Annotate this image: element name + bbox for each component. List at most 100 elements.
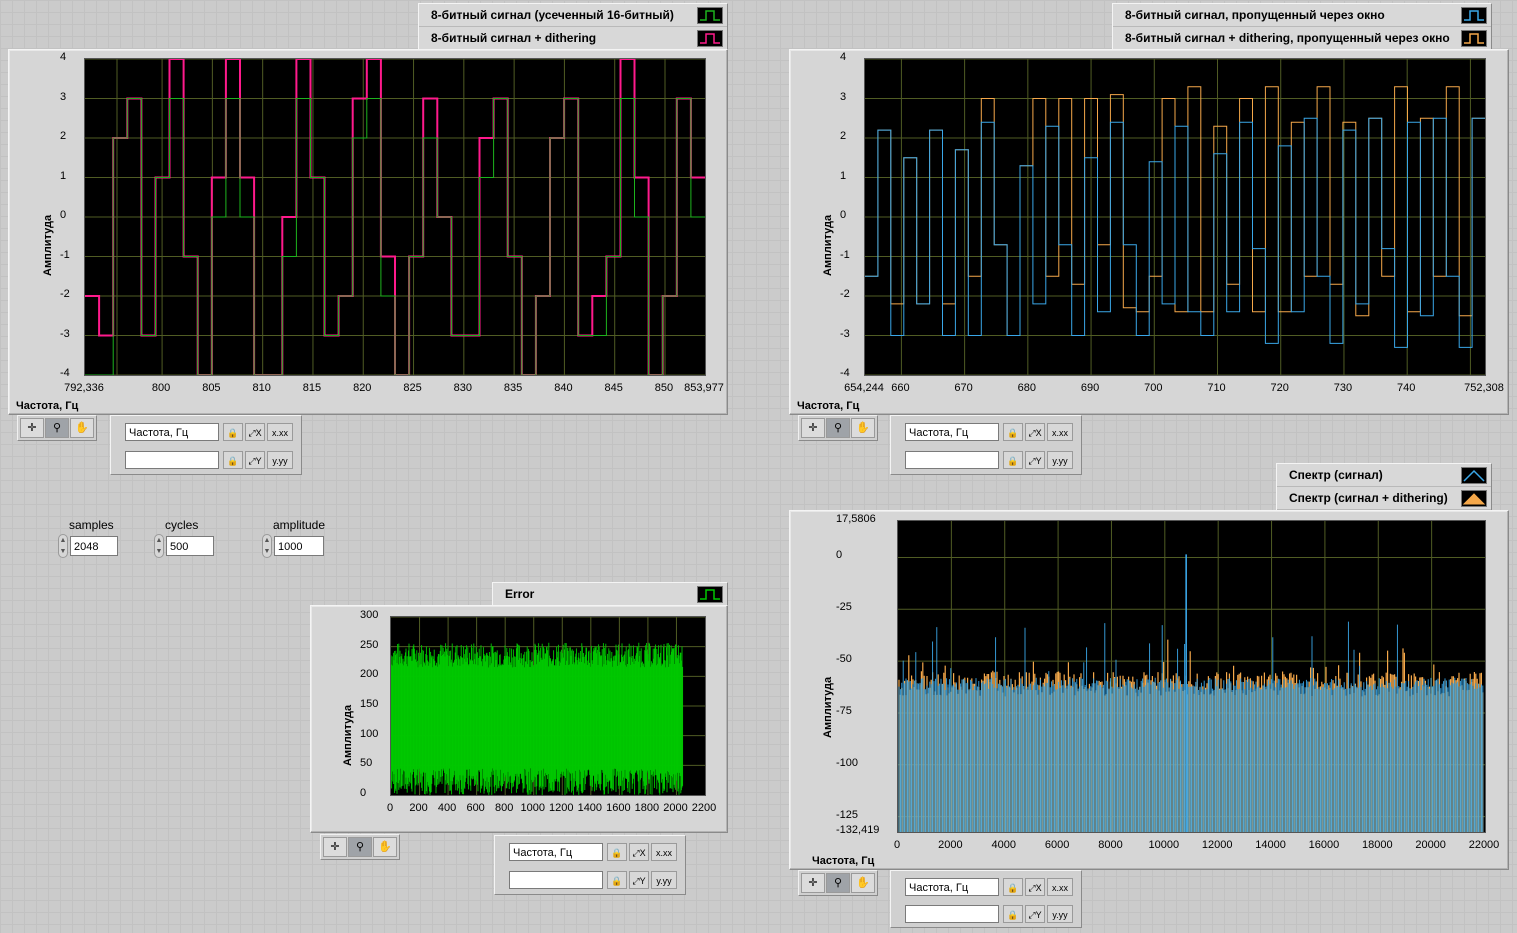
- x-tick-label: 2000: [663, 802, 688, 814]
- autoscale-icon[interactable]: ⤢Y: [245, 451, 265, 469]
- plot-style-icon[interactable]: [1461, 490, 1487, 507]
- format-icon[interactable]: x.xx: [1047, 423, 1073, 441]
- x-tick-label: 20000: [1415, 839, 1446, 851]
- zoom-icon[interactable]: ⚲: [348, 837, 372, 857]
- cycles-increment-decrement[interactable]: ▲ ▼: [154, 534, 164, 558]
- x-tick-label: 4000: [991, 839, 1016, 851]
- plot-style-icon[interactable]: [1461, 7, 1487, 24]
- graph4-plot-area[interactable]: [897, 520, 1486, 833]
- samples-increment-decrement[interactable]: ▲ ▼: [58, 534, 68, 558]
- autoscale-icon[interactable]: ⤢Y: [1025, 451, 1045, 469]
- x-scale-name[interactable]: Частота, Гц: [509, 843, 603, 861]
- x-scale-name[interactable]: Частота, Гц: [905, 423, 999, 441]
- legend-item[interactable]: 8-битный сигнал (усеченный 16-битный): [419, 4, 727, 27]
- format-icon[interactable]: x.xx: [267, 423, 293, 441]
- y-tick-label: 0: [60, 209, 67, 221]
- format-icon[interactable]: y.yy: [1047, 451, 1073, 469]
- legend-item[interactable]: Спектр (сигнал): [1277, 464, 1491, 487]
- crosshair-icon[interactable]: ✛: [20, 418, 44, 438]
- amplitude-increment-decrement[interactable]: ▲ ▼: [262, 534, 272, 558]
- y-tick-label: 0: [360, 787, 367, 799]
- format-icon[interactable]: y.yy: [651, 871, 677, 889]
- graph1-scale-legend: Частота, Гц 🔒 ⤢X x.xx 🔒 ⤢Y y.yy: [110, 415, 302, 475]
- y-tick-label: -4: [60, 367, 70, 379]
- y-tick-label: 3: [60, 90, 67, 103]
- autoscale-icon[interactable]: ⤢X: [1025, 878, 1045, 896]
- x-tick-label: 200: [409, 802, 428, 814]
- x-axis-title: Частота, Гц: [16, 400, 79, 412]
- legend-item[interactable]: Спектр (сигнал + dithering): [1277, 487, 1491, 510]
- x-tick-label: 810: [252, 382, 271, 394]
- autoscale-icon[interactable]: ⤢Y: [629, 871, 649, 889]
- crosshair-icon[interactable]: ✛: [323, 837, 347, 857]
- graph4-scale-legend: Частота, Гц 🔒 ⤢X x.xx 🔒 ⤢Y y.yy: [890, 870, 1082, 928]
- graph1-plot-area[interactable]: [84, 58, 706, 376]
- format-icon[interactable]: y.yy: [1047, 905, 1073, 923]
- x-tick-label: 10000: [1148, 839, 1180, 851]
- lock-icon[interactable]: 🔒: [1003, 905, 1023, 923]
- legend-item[interactable]: 8-битный сигнал, пропущенный через окно: [1113, 4, 1491, 27]
- plot-style-icon[interactable]: [697, 7, 723, 24]
- hand-pan-icon[interactable]: ✋: [70, 418, 94, 438]
- autoscale-icon[interactable]: ⤢X: [1025, 423, 1045, 441]
- x-scale-name[interactable]: Частота, Гц: [125, 423, 219, 441]
- hand-pan-icon[interactable]: ✋: [851, 418, 875, 438]
- y-tick-label: 150: [360, 698, 379, 710]
- error-series: [391, 642, 684, 795]
- graph2-plot-area[interactable]: [864, 58, 1486, 376]
- plot-style-icon[interactable]: [697, 30, 723, 47]
- x-tick-label: 16000: [1308, 839, 1340, 851]
- y-tick-label: 4: [840, 51, 847, 63]
- plot-style-icon[interactable]: [697, 586, 723, 603]
- plot-style-icon[interactable]: [1461, 467, 1487, 484]
- x-scale-name[interactable]: Частота, Гц: [905, 878, 999, 896]
- amplitude-input[interactable]: 1000: [274, 536, 324, 556]
- zoom-icon[interactable]: ⚲: [826, 418, 850, 438]
- format-icon[interactable]: x.xx: [651, 843, 677, 861]
- y-tick-label: 1: [60, 169, 67, 182]
- autoscale-icon[interactable]: ⤢X: [629, 843, 649, 861]
- y-tick-label: 100: [360, 727, 379, 740]
- graph3-plot-area[interactable]: [390, 616, 706, 796]
- x-tick-label: 1200: [549, 802, 574, 814]
- hand-pan-icon[interactable]: ✋: [373, 837, 397, 857]
- lock-icon[interactable]: 🔒: [1003, 423, 1023, 441]
- samples-input[interactable]: 2048: [70, 536, 118, 556]
- y-axis-title: Амплитуда: [822, 214, 834, 276]
- y-scale-name[interactable]: [509, 871, 603, 889]
- y-scale-name[interactable]: [905, 905, 999, 923]
- crosshair-icon[interactable]: ✛: [801, 418, 825, 438]
- autoscale-icon[interactable]: ⤢X: [245, 423, 265, 441]
- x-tick-label: 12000: [1201, 839, 1233, 851]
- legend-item[interactable]: 8-битный сигнал + dithering: [419, 27, 727, 50]
- crosshair-icon[interactable]: ✛: [801, 873, 825, 893]
- hand-pan-icon[interactable]: ✋: [851, 873, 875, 893]
- lock-icon[interactable]: 🔒: [1003, 451, 1023, 469]
- x-tick-label: 792,336: [64, 382, 104, 394]
- zoom-icon[interactable]: ⚲: [826, 873, 850, 893]
- plot-style-icon[interactable]: [1461, 30, 1487, 47]
- spectrum-signal-series: [898, 621, 1484, 832]
- y-axis-title: Амплитуда: [42, 214, 54, 276]
- lock-icon[interactable]: 🔒: [223, 423, 243, 441]
- lock-icon[interactable]: 🔒: [223, 451, 243, 469]
- format-icon[interactable]: y.yy: [267, 451, 293, 469]
- lock-icon[interactable]: 🔒: [1003, 878, 1023, 896]
- legend-item[interactable]: 8-битный сигнал + dithering, пропущенный…: [1113, 27, 1491, 50]
- y-scale-name[interactable]: [125, 451, 219, 469]
- x-tick-label: 654,244: [844, 382, 884, 394]
- zoom-icon[interactable]: ⚲: [45, 418, 69, 438]
- autoscale-icon[interactable]: ⤢Y: [1025, 905, 1045, 923]
- y-scale-name[interactable]: [905, 451, 999, 469]
- legend-item[interactable]: Error: [493, 583, 727, 605]
- lock-icon[interactable]: 🔒: [607, 843, 627, 861]
- y-tick-label: -125: [836, 808, 859, 821]
- x-tick-label: 2000: [938, 839, 963, 851]
- format-icon[interactable]: x.xx: [1047, 878, 1073, 896]
- graph3-scale-legend: Частота, Гц 🔒 ⤢X x.xx 🔒 ⤢Y y.yy: [494, 835, 686, 895]
- lock-icon[interactable]: 🔒: [607, 871, 627, 889]
- cycles-input[interactable]: 500: [166, 536, 214, 556]
- x-axis-title: Частота, Гц: [812, 855, 875, 867]
- amplitude-label: amplitude: [273, 518, 326, 532]
- y-tick-label: -4: [840, 367, 850, 379]
